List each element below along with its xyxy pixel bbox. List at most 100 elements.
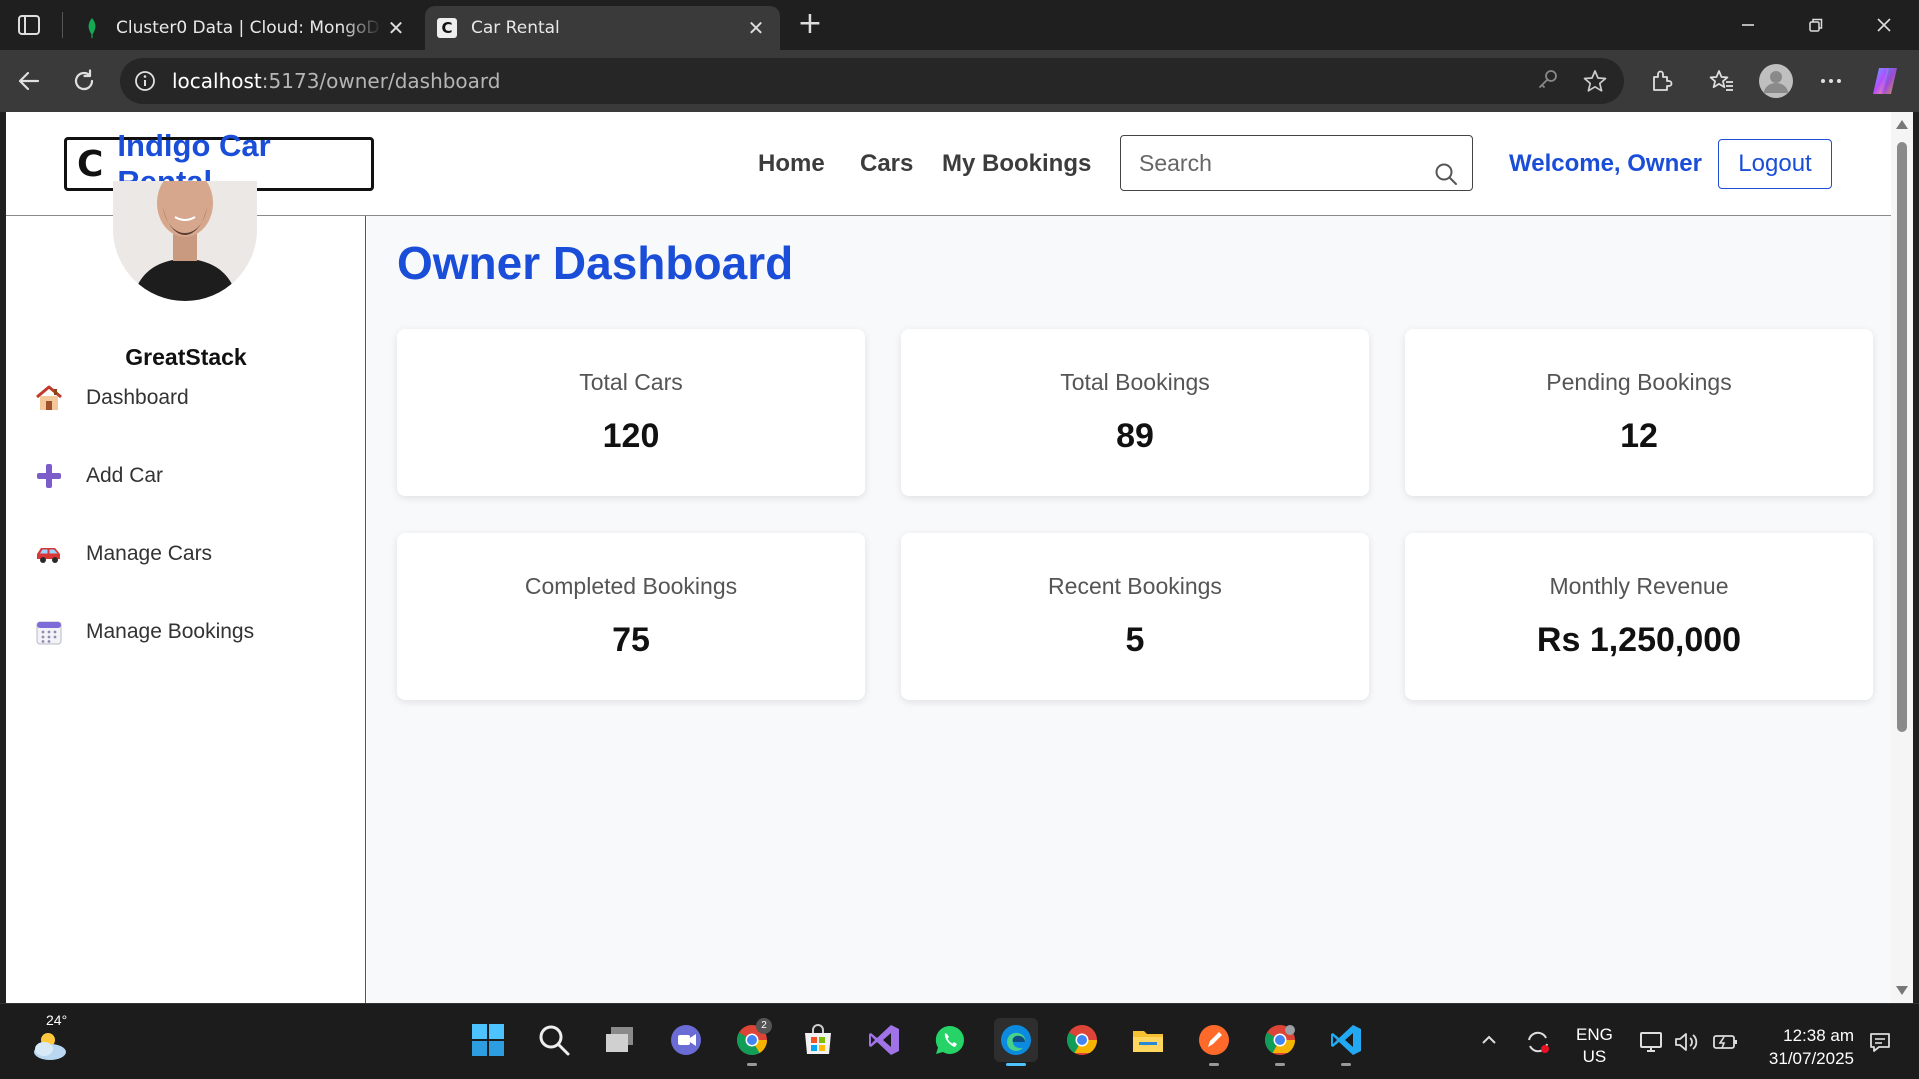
pen-app-icon[interactable] bbox=[1192, 1018, 1236, 1066]
minimize-button[interactable] bbox=[1728, 10, 1768, 40]
stat-card-label: Completed Bookings bbox=[524, 573, 738, 599]
sidebar-toggle-icon[interactable] bbox=[16, 12, 42, 38]
windows-taskbar: 24° 2 ENG US 12:38 am 31/07/2025 bbox=[0, 1003, 1919, 1079]
extensions-icon[interactable] bbox=[1645, 64, 1679, 98]
battery-icon[interactable] bbox=[1711, 1028, 1739, 1056]
restore-button[interactable] bbox=[1796, 10, 1836, 40]
teams-chat-icon[interactable] bbox=[664, 1018, 708, 1062]
visual-studio-icon[interactable] bbox=[862, 1018, 906, 1062]
running-indicator bbox=[1341, 1063, 1351, 1066]
favorites-icon[interactable] bbox=[1705, 64, 1739, 98]
house-icon bbox=[34, 383, 64, 413]
page-scrollbar[interactable] bbox=[1891, 112, 1913, 1003]
stat-card-value: 89 bbox=[1116, 417, 1154, 455]
reload-button[interactable] bbox=[67, 64, 101, 98]
page-viewport: C Indigo Car Rental Home Cars My Booking… bbox=[6, 112, 1891, 1003]
system-clock[interactable]: 12:38 am 31/07/2025 bbox=[1758, 1024, 1854, 1070]
new-tab-button[interactable]: + bbox=[795, 9, 825, 40]
chrome-profile-badge: 2 bbox=[756, 1018, 772, 1034]
vscode-icon[interactable] bbox=[1324, 1018, 1368, 1066]
stat-card-label: Pending Bookings bbox=[1546, 369, 1732, 395]
nav-link-cars[interactable]: Cars bbox=[860, 150, 913, 178]
chrome-icon-2[interactable] bbox=[1060, 1018, 1104, 1062]
close-window-button[interactable] bbox=[1864, 10, 1904, 40]
scroll-up-arrow-icon[interactable] bbox=[1896, 120, 1908, 129]
sidebar-item-add-car[interactable]: Add Car bbox=[34, 456, 163, 496]
nav-link-my-bookings[interactable]: My Bookings bbox=[942, 150, 1091, 178]
chrome-profile-icon[interactable] bbox=[1258, 1018, 1302, 1066]
sidebar-item-manage-bookings[interactable]: Manage Bookings bbox=[34, 612, 254, 652]
weather-widget[interactable] bbox=[28, 1022, 72, 1066]
profile-avatar-icon[interactable] bbox=[1759, 64, 1793, 98]
browser-tab-bar: Cluster0 Data | Cloud: MongoDB Cloud ✕ C… bbox=[0, 0, 1919, 50]
close-tab-icon[interactable]: ✕ bbox=[382, 14, 410, 42]
url-path: :5173/owner/dashboard bbox=[261, 69, 501, 93]
whatsapp-icon[interactable] bbox=[928, 1018, 972, 1062]
running-indicator bbox=[1006, 1063, 1026, 1066]
stat-card-monthly-revenue: Monthly Revenue Rs 1,250,000 bbox=[1405, 533, 1873, 700]
stat-card-value: 75 bbox=[612, 621, 650, 659]
stat-card-value: 120 bbox=[602, 417, 660, 455]
sidebar-item-label: Dashboard bbox=[86, 386, 189, 409]
tab-title: Cluster0 Data | Cloud: MongoDB Cloud bbox=[116, 18, 382, 38]
search-box bbox=[1120, 135, 1473, 191]
language-code: ENG bbox=[1576, 1025, 1613, 1044]
page-title: Owner Dashboard bbox=[397, 237, 794, 289]
logout-button[interactable]: Logout bbox=[1718, 139, 1832, 189]
tab-mongodb[interactable]: Cluster0 Data | Cloud: MongoDB Cloud ✕ bbox=[70, 6, 420, 50]
sync-icon[interactable] bbox=[1524, 1028, 1552, 1056]
weather-temperature: 24° bbox=[46, 1012, 68, 1028]
close-tab-icon[interactable]: ✕ bbox=[742, 14, 770, 42]
mongodb-leaf-icon bbox=[82, 18, 102, 38]
network-icon[interactable] bbox=[1637, 1028, 1665, 1056]
stat-card-total-cars: Total Cars 120 bbox=[397, 329, 865, 496]
running-indicator bbox=[747, 1063, 757, 1066]
site-info-icon[interactable] bbox=[134, 70, 156, 92]
plus-icon bbox=[34, 461, 64, 491]
back-button[interactable] bbox=[12, 64, 46, 98]
input-language-indicator[interactable]: ENG US bbox=[1576, 1024, 1613, 1068]
favorite-star-icon[interactable] bbox=[1582, 68, 1608, 98]
running-indicator bbox=[1209, 1063, 1219, 1066]
sidebar-item-label: Manage Cars bbox=[86, 542, 213, 565]
key-icon[interactable] bbox=[1536, 68, 1560, 98]
welcome-text: Welcome, Owner bbox=[1509, 150, 1702, 177]
sidebar-item-label: Manage Bookings bbox=[86, 620, 255, 643]
profile-name: GreatStack bbox=[125, 344, 247, 370]
url-host: localhost bbox=[172, 69, 262, 93]
edge-icon[interactable] bbox=[994, 1018, 1038, 1066]
search-icon[interactable] bbox=[1434, 162, 1458, 190]
tab-car-rental[interactable]: C Car Rental ✕ bbox=[425, 6, 780, 50]
volume-icon[interactable] bbox=[1672, 1028, 1700, 1056]
stat-card-recent-bookings: Recent Bookings 5 bbox=[901, 533, 1369, 700]
stat-card-value: 12 bbox=[1620, 417, 1658, 455]
stat-card-completed-bookings: Completed Bookings 75 bbox=[397, 533, 865, 700]
sidebar-item-dashboard[interactable]: Dashboard bbox=[34, 378, 189, 418]
stat-card-total-bookings: Total Bookings 89 bbox=[901, 329, 1369, 496]
task-view-icon[interactable] bbox=[598, 1018, 642, 1062]
stat-card-label: Total Cars bbox=[579, 369, 683, 395]
running-indicator bbox=[1275, 1063, 1285, 1066]
region-code: US bbox=[1582, 1047, 1607, 1066]
search-input[interactable] bbox=[1139, 149, 1419, 177]
car-rental-c-icon: C bbox=[437, 18, 457, 38]
stat-card-label: Monthly Revenue bbox=[1549, 573, 1729, 599]
stat-card-value: 5 bbox=[1125, 621, 1145, 659]
scroll-down-arrow-icon[interactable] bbox=[1896, 986, 1908, 995]
file-explorer-icon[interactable] bbox=[1126, 1018, 1170, 1062]
more-menu-icon[interactable] bbox=[1814, 64, 1848, 98]
notification-center-icon[interactable] bbox=[1866, 1028, 1894, 1056]
nav-link-home[interactable]: Home bbox=[758, 150, 825, 178]
show-hidden-icons-chevron-icon[interactable] bbox=[1480, 1030, 1498, 1054]
start-button[interactable] bbox=[466, 1018, 510, 1062]
sidebar-item-manage-cars[interactable]: Manage Cars bbox=[34, 534, 212, 574]
address-bar[interactable]: localhost:5173/owner/dashboard bbox=[120, 58, 1624, 104]
dashboard-main: Owner Dashboard Total Cars 120 Total Boo… bbox=[367, 216, 1891, 1003]
tab-separator bbox=[62, 12, 63, 38]
chrome-icon[interactable]: 2 bbox=[730, 1018, 774, 1066]
taskbar-search-icon[interactable] bbox=[532, 1018, 576, 1062]
scrollbar-thumb[interactable] bbox=[1897, 142, 1907, 732]
clock-time: 12:38 am bbox=[1783, 1026, 1854, 1045]
microsoft-store-icon[interactable] bbox=[796, 1018, 840, 1062]
copilot-icon[interactable] bbox=[1868, 64, 1902, 98]
